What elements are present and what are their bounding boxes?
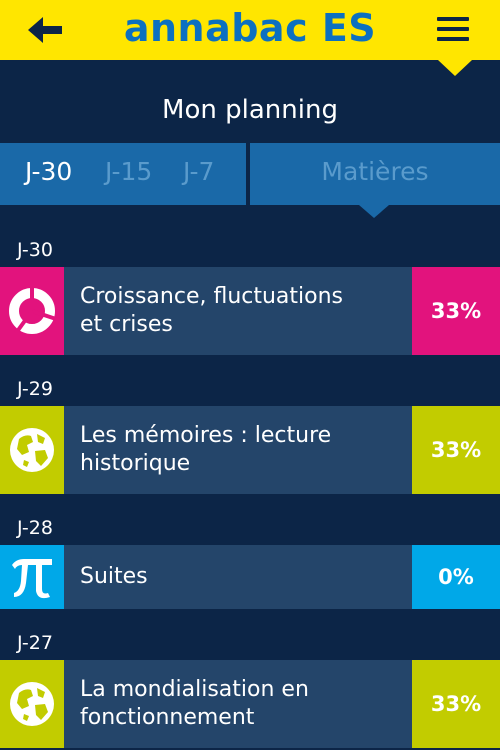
- tab-matieres-label: Matières: [321, 157, 429, 186]
- globe-icon: [10, 428, 54, 472]
- tab-j-15[interactable]: J-15: [105, 157, 152, 186]
- globe-icon: [10, 682, 54, 726]
- progress-percent: 0%: [412, 545, 500, 609]
- planning-item-body: Les mémoires : lecture historique: [64, 406, 412, 494]
- planning-item-title-line: Croissance, fluctuations: [80, 284, 344, 309]
- subject-icon-tile: [0, 545, 64, 609]
- planning-tabs: J-30 J-15 J-7 Matières: [0, 143, 500, 205]
- day-label: J-27: [17, 632, 53, 654]
- app-title: annabac ES: [123, 6, 377, 50]
- selected-tab-pointer: [359, 205, 389, 218]
- menu-pointer: [438, 60, 472, 76]
- planning-item-body: Suites: [64, 545, 412, 609]
- planning-item-title: Suites: [64, 563, 148, 591]
- tab-j-7[interactable]: J-7: [183, 157, 214, 186]
- planning-item-title-line: fonctionnement: [80, 705, 255, 730]
- subject-icon-tile: [0, 406, 64, 494]
- planning-item-body: La mondialisation en fonctionnement: [64, 660, 412, 748]
- planning-item[interactable]: La mondialisation en fonctionnement 33%: [0, 660, 500, 748]
- hamburger-menu-icon-bar: [437, 27, 469, 31]
- pi-icon: [12, 559, 52, 599]
- page-title: Mon planning: [162, 95, 338, 125]
- planning-item-title: Les mémoires : lecture historique: [64, 422, 331, 478]
- app-header: annabac ES: [0, 0, 500, 60]
- tab-j-30[interactable]: J-30: [25, 157, 72, 186]
- planning-item-title-line: et crises: [80, 312, 173, 337]
- hamburger-menu-icon-bar: [437, 37, 469, 41]
- tab-matieres[interactable]: Matières: [250, 143, 500, 205]
- progress-percent: 33%: [412, 267, 500, 355]
- day-tabs-group: J-30 J-15 J-7: [0, 143, 246, 205]
- hamburger-menu-icon: [437, 17, 469, 21]
- planning-item[interactable]: Croissance, fluctuations et crises 33%: [0, 267, 500, 355]
- planning-item-title-line: Suites: [80, 564, 148, 589]
- day-label: J-30: [17, 239, 53, 261]
- planning-item-title-line: La mondialisation en: [80, 677, 309, 702]
- planning-item-title-line: historique: [80, 451, 191, 476]
- progress-percent: 33%: [412, 406, 500, 494]
- subject-icon-tile: [0, 267, 64, 355]
- planning-item[interactable]: Les mémoires : lecture historique 33%: [0, 406, 500, 494]
- day-label: J-29: [17, 378, 53, 400]
- planning-item-title: Croissance, fluctuations et crises: [64, 283, 343, 339]
- menu-button[interactable]: [437, 17, 471, 43]
- planning-item-body: Croissance, fluctuations et crises: [64, 267, 412, 355]
- economics-ring-icon: [9, 285, 57, 335]
- planning-item[interactable]: Suites 0%: [0, 545, 500, 609]
- progress-percent: 33%: [412, 660, 500, 748]
- planning-item-title-line: Les mémoires : lecture: [80, 423, 332, 448]
- planning-item-title: La mondialisation en fonctionnement: [64, 676, 309, 732]
- subject-icon-tile: [0, 660, 64, 748]
- day-label: J-28: [17, 517, 53, 539]
